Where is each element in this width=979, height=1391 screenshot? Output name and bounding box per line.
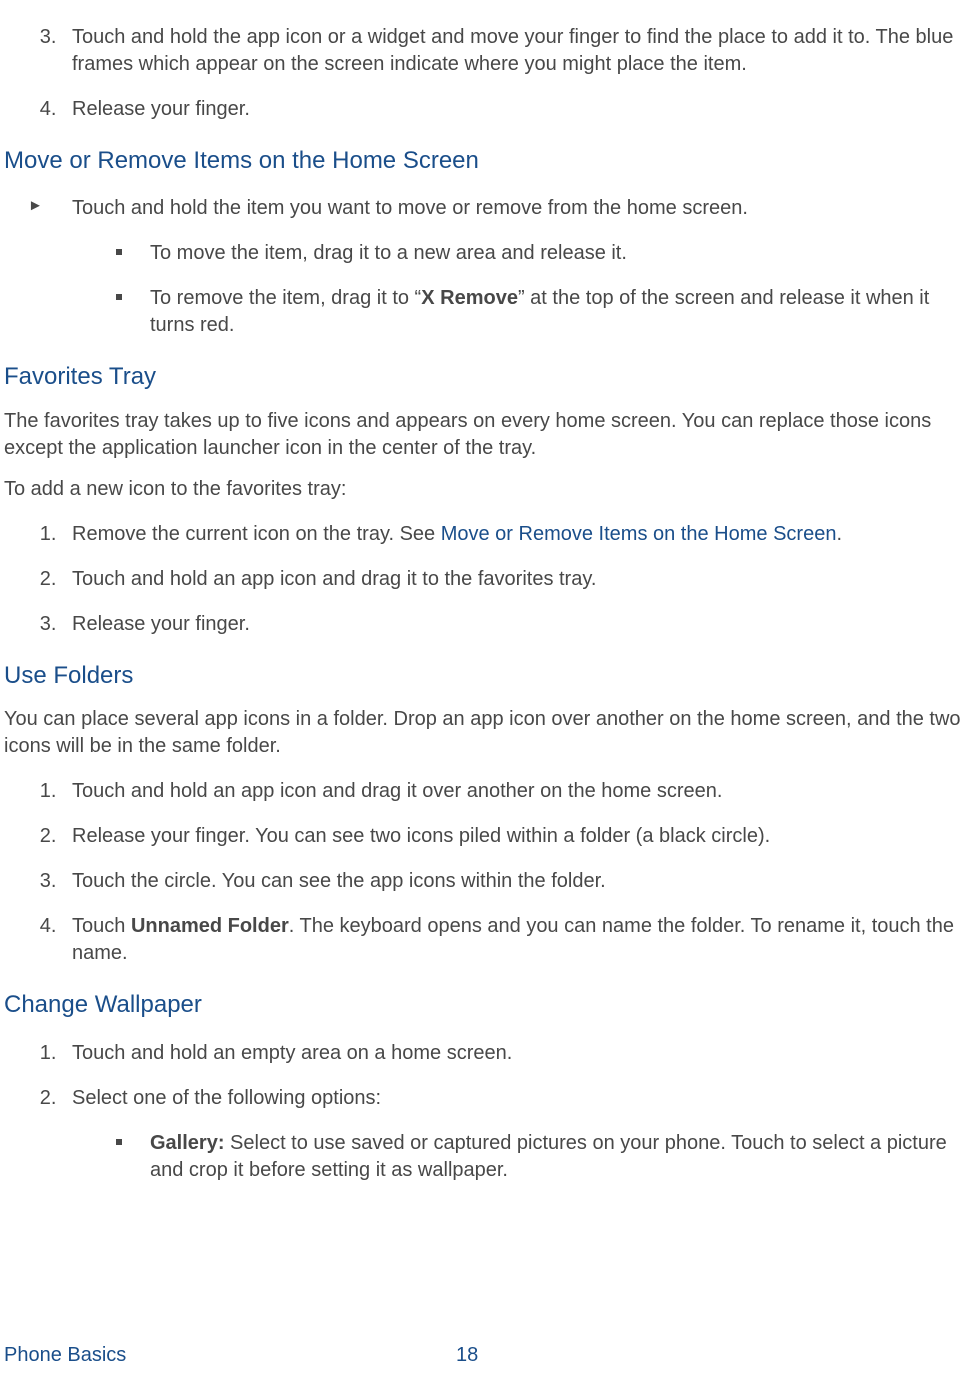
list-item-text: Touch and hold the item you want to move… xyxy=(72,197,748,219)
list-item-text: Select one of the following options: xyxy=(72,1087,381,1109)
list-item: Remove the current icon on the tray. See… xyxy=(62,521,979,548)
heading-change-wallpaper: Change Wallpaper xyxy=(0,989,979,1021)
list-item-text: Release your finger. You can see two ico… xyxy=(72,825,770,847)
ordered-list-folders: Touch and hold an app icon and drag it o… xyxy=(0,778,979,967)
list-item-text: Release your finger. xyxy=(72,613,250,635)
list-item: Release your finger. xyxy=(62,96,979,123)
list-item: Touch and hold an app icon and drag it o… xyxy=(62,778,979,805)
list-item: Release your finger. xyxy=(62,611,979,638)
paragraph: To add a new icon to the favorites tray: xyxy=(0,476,979,503)
list-item-text: Touch xyxy=(72,915,131,937)
ordered-list-wallpaper: Touch and hold an empty area on a home s… xyxy=(0,1040,979,1184)
bold-text: Gallery: xyxy=(150,1132,224,1154)
list-item: To remove the item, drag it to “X Remove… xyxy=(116,285,979,339)
list-item: To move the item, drag it to a new area … xyxy=(116,240,979,267)
list-item: Touch Unnamed Folder. The keyboard opens… xyxy=(62,913,979,967)
list-item: Gallery: Select to use saved or captured… xyxy=(116,1130,979,1184)
list-item-text: Touch and hold the app icon or a widget … xyxy=(72,26,953,75)
list-item: Touch and hold the app icon or a widget … xyxy=(62,24,979,78)
paragraph: The favorites tray takes up to five icon… xyxy=(0,408,979,462)
list-item: Touch and hold the item you want to move… xyxy=(28,195,979,339)
document-page: Touch and hold the app icon or a widget … xyxy=(0,0,979,1391)
list-item-text: Touch and hold an empty area on a home s… xyxy=(72,1042,512,1064)
bold-text: X Remove xyxy=(421,287,518,309)
heading-favorites-tray: Favorites Tray xyxy=(0,361,979,393)
list-item-text: Select to use saved or captured pictures… xyxy=(150,1132,947,1181)
arrow-list: Touch and hold the item you want to move… xyxy=(0,195,979,339)
list-item-text: Touch the circle. You can see the app ic… xyxy=(72,870,606,892)
document-body: Touch and hold the app icon or a widget … xyxy=(0,0,979,1184)
paragraph: You can place several app icons in a fol… xyxy=(0,706,979,760)
list-item: Touch and hold an empty area on a home s… xyxy=(62,1040,979,1067)
list-item-text: To remove the item, drag it to “ xyxy=(150,287,421,309)
list-item-text: Release your finger. xyxy=(72,98,250,120)
square-list: Gallery: Select to use saved or captured… xyxy=(72,1130,979,1184)
footer-section-name: Phone Basics xyxy=(4,1344,126,1366)
bold-text: Unnamed Folder xyxy=(131,915,289,937)
list-item-text: Touch and hold an app icon and drag it o… xyxy=(72,780,722,802)
ordered-list-favorites: Remove the current icon on the tray. See… xyxy=(0,521,979,638)
square-list: To move the item, drag it to a new area … xyxy=(72,240,979,339)
list-item-text: Touch and hold an app icon and drag it t… xyxy=(72,568,596,590)
list-item: Select one of the following options: Gal… xyxy=(62,1085,979,1184)
list-item-text: . xyxy=(836,523,842,545)
footer-page-number: 18 xyxy=(456,1342,478,1369)
list-item: Touch and hold an app icon and drag it t… xyxy=(62,566,979,593)
list-item: Release your finger. You can see two ico… xyxy=(62,823,979,850)
list-item: Touch the circle. You can see the app ic… xyxy=(62,868,979,895)
heading-move-remove: Move or Remove Items on the Home Screen xyxy=(0,145,979,177)
list-item-text: Remove the current icon on the tray. See xyxy=(72,523,441,545)
ordered-list-add-items: Touch and hold the app icon or a widget … xyxy=(0,24,979,123)
link-move-remove[interactable]: Move or Remove Items on the Home Screen xyxy=(441,523,837,545)
page-footer: Phone Basics 18 xyxy=(4,1342,975,1369)
list-item-text: To move the item, drag it to a new area … xyxy=(150,242,627,264)
heading-use-folders: Use Folders xyxy=(0,660,979,692)
